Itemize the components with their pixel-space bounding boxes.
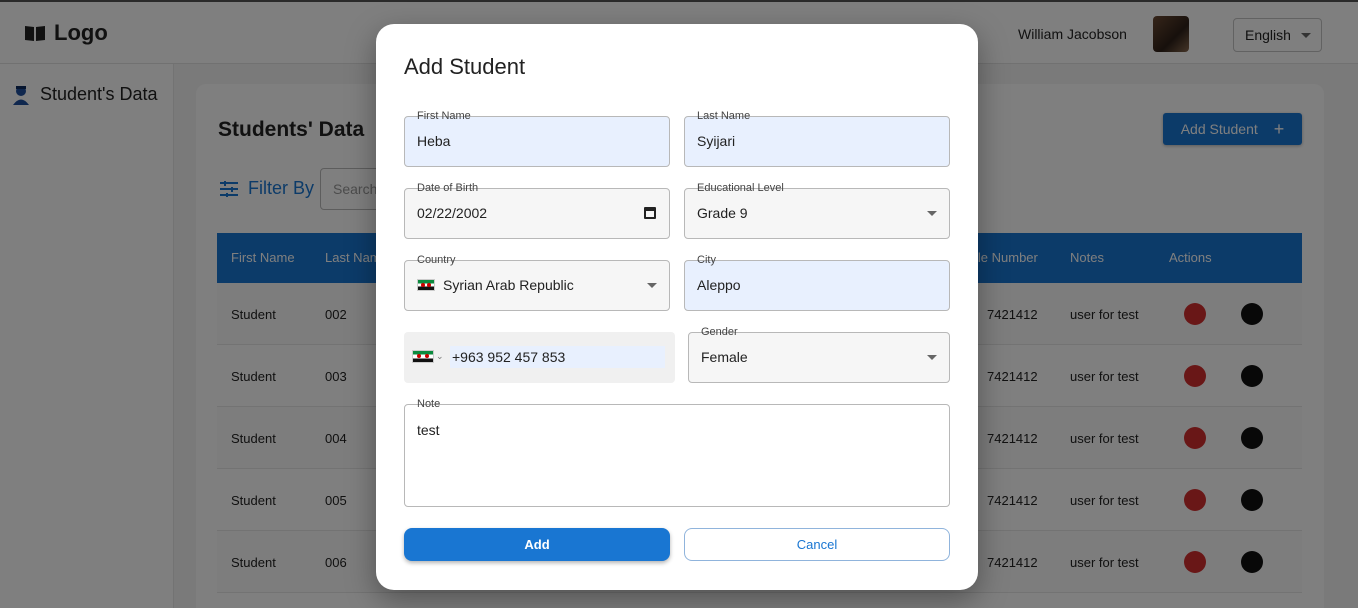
educational-level-select[interactable]: Educational Level Grade 9 — [684, 181, 950, 239]
chevron-down-icon — [927, 355, 937, 360]
gender-value: Female — [701, 349, 748, 365]
dialog-title: Add Student — [404, 54, 526, 79]
city-label: City — [694, 253, 719, 267]
country-value: Syrian Arab Republic — [443, 277, 574, 293]
first-name-label: First Name — [414, 109, 474, 123]
country-code-select[interactable]: ⌄ — [412, 350, 444, 363]
dob-label: Date of Birth — [414, 181, 482, 195]
first-name-field[interactable]: First Name Heba — [404, 109, 670, 167]
note-label: Note — [414, 397, 444, 411]
calendar-icon[interactable] — [644, 207, 656, 219]
first-name-value: Heba — [417, 133, 451, 149]
country-display: Syrian Arab Republic — [417, 277, 574, 293]
note-field[interactable]: Note test — [404, 397, 950, 507]
phone-input[interactable]: +963 952 457 853 — [450, 346, 665, 368]
add-student-dialog: Add Student First Name Heba Last Name Sy… — [376, 24, 978, 590]
dob-value: 02/22/2002 — [417, 205, 488, 221]
gender-select[interactable]: Gender Female — [688, 325, 950, 383]
gender-label: Gender — [698, 325, 741, 339]
chevron-down-icon — [647, 283, 657, 288]
city-field[interactable]: City Aleppo — [684, 253, 950, 311]
last-name-label: Last Name — [694, 109, 754, 123]
cancel-button[interactable]: Cancel — [684, 528, 950, 561]
education-label: Educational Level — [694, 181, 787, 195]
syria-flag-icon — [417, 279, 435, 291]
last-name-value: Syijari — [697, 133, 736, 149]
phone-field[interactable]: ⌄ +963 952 457 853 — [404, 332, 675, 383]
country-label: Country — [414, 253, 459, 267]
last-name-field[interactable]: Last Name Syijari — [684, 109, 950, 167]
chevron-down-icon: ⌄ — [436, 351, 444, 361]
chevron-down-icon — [927, 211, 937, 216]
education-value: Grade 9 — [697, 205, 748, 221]
add-button[interactable]: Add — [404, 528, 670, 561]
country-select[interactable]: Country Syrian Arab Republic — [404, 253, 670, 311]
city-value: Aleppo — [697, 277, 741, 293]
note-value: test — [417, 422, 440, 438]
date-of-birth-field[interactable]: Date of Birth 02/22/2002 — [404, 181, 670, 239]
syria-flag-icon — [412, 350, 434, 363]
